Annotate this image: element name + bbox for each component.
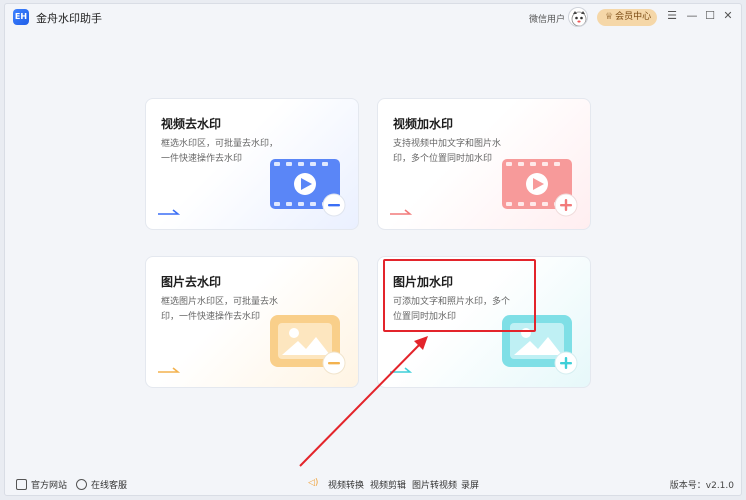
user-name[interactable]: 微信用户 — [529, 12, 565, 25]
maximize-icon[interactable]: ☐ — [703, 9, 717, 23]
arrow-right-icon — [390, 367, 412, 373]
crown-icon: ♕ — [605, 12, 614, 22]
minimize-icon[interactable]: — — [685, 9, 699, 23]
vip-label: 会员中心 — [615, 12, 652, 22]
card-image-remove-watermark[interactable]: 图片去水印 框选图片水印区，可批量去水印，一件快速操作去水印 — [145, 256, 359, 388]
card-title: 图片加水印 — [393, 275, 454, 289]
monitor-icon — [16, 479, 27, 490]
card-description: 支持视频中加文字和图片水印，多个位置同时加水印 — [393, 139, 502, 164]
megaphone-icon: ◁) — [308, 478, 319, 488]
arrow-right-icon — [390, 209, 412, 215]
card-description: 框选图片水印区，可批量去水印，一件快速操作去水印 — [161, 297, 279, 322]
card-video-add-watermark[interactable]: 视频加水印 支持视频中加文字和图片水印，多个位置同时加水印 — [377, 98, 591, 230]
image-picture-icon — [270, 315, 346, 375]
official-website-link[interactable]: 官方网站 — [16, 478, 67, 491]
footer-link-screen-record[interactable]: 录屏 — [461, 478, 479, 491]
card-description: 可添加文字和照片水印，多个位置同时加水印 — [393, 297, 511, 322]
video-film-icon — [270, 159, 346, 217]
app-window: EH 金舟水印助手 微信用户 ♕ 会员中心 ☰ — ☐ ✕ — [4, 3, 742, 496]
card-description: 框选水印区，可批量去水印，一件快速操作去水印 — [161, 139, 279, 164]
arrow-right-icon — [158, 367, 180, 373]
footer-bar: 官方网站 在线客服 ◁) 视频转换 视频剪辑 图片转视频 录屏 版本号：v2.1… — [4, 472, 742, 496]
avatar-icon — [571, 11, 587, 26]
card-title: 视频加水印 — [393, 117, 454, 131]
image-picture-icon — [502, 315, 578, 375]
close-icon[interactable]: ✕ — [721, 9, 735, 23]
card-title: 图片去水印 — [161, 275, 222, 289]
card-title: 视频去水印 — [161, 117, 222, 131]
title-bar: EH 金舟水印助手 微信用户 ♕ 会员中心 ☰ — ☐ ✕ — [5, 4, 741, 32]
card-image-add-watermark[interactable]: 图片加水印 可添加文字和照片水印，多个位置同时加水印 — [377, 256, 591, 388]
arrow-right-icon — [158, 209, 180, 215]
app-logo-icon: EH — [13, 9, 29, 25]
avatar[interactable] — [568, 7, 588, 27]
official-website-label: 官方网站 — [31, 481, 68, 491]
menu-icon[interactable]: ☰ — [665, 9, 679, 23]
footer-link-image-to-video[interactable]: 图片转视频 — [412, 478, 457, 491]
footer-link-video-edit[interactable]: 视频剪辑 — [370, 478, 406, 491]
card-video-remove-watermark[interactable]: 视频去水印 框选水印区，可批量去水印，一件快速操作去水印 — [145, 98, 359, 230]
vip-center-button[interactable]: ♕ 会员中心 — [597, 9, 657, 26]
online-support-link[interactable]: 在线客服 — [76, 478, 127, 491]
app-title: 金舟水印助手 — [36, 12, 102, 25]
version-label: 版本号：v2.1.0 — [669, 481, 734, 491]
video-film-icon — [502, 159, 578, 217]
online-support-label: 在线客服 — [91, 481, 128, 491]
footer-link-video-convert[interactable]: 视频转换 — [328, 478, 364, 491]
headset-icon — [76, 479, 87, 490]
